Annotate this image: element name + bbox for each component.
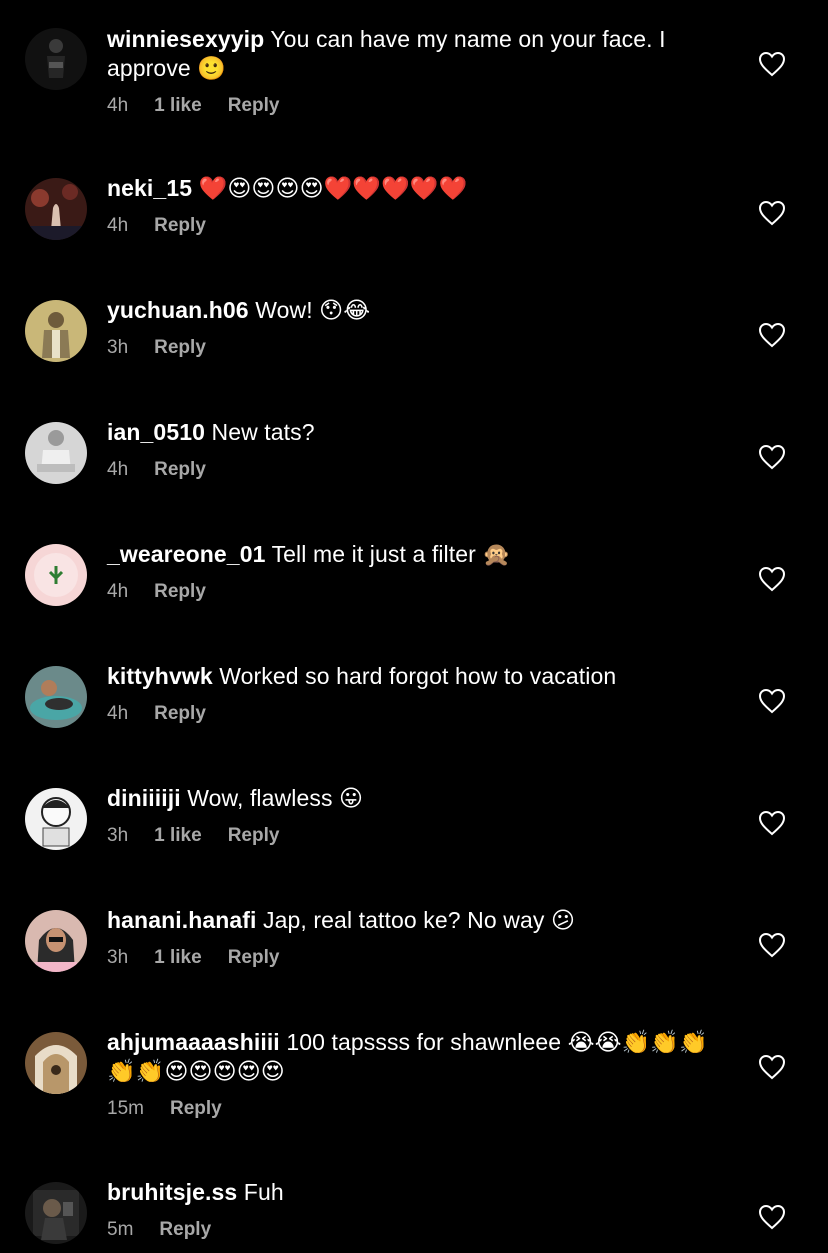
username[interactable]: ian_0510: [107, 419, 205, 445]
avatar[interactable]: [25, 422, 87, 484]
reply-button[interactable]: Reply: [228, 94, 280, 118]
comment-body: Jap, real tattoo ke? No way 😕: [263, 907, 576, 933]
like-heart-icon[interactable]: [758, 1054, 786, 1080]
like-heart-icon[interactable]: [758, 688, 786, 714]
reply-button[interactable]: Reply: [154, 580, 206, 604]
comment-meta: 4h Reply: [107, 580, 717, 604]
like-heart-icon[interactable]: [758, 51, 786, 77]
like-heart-icon[interactable]: [758, 444, 786, 470]
avatar[interactable]: [25, 666, 87, 728]
avatar[interactable]: [25, 788, 87, 850]
avatar[interactable]: [25, 28, 87, 90]
comment-text: ian_0510 New tats?: [107, 418, 717, 447]
timestamp: 5m: [107, 1219, 134, 1240]
comment-body: New tats?: [211, 419, 315, 445]
comment-meta: 3h Reply: [107, 336, 717, 360]
comment-meta: 5m Reply: [107, 1218, 717, 1242]
reply-button[interactable]: Reply: [228, 824, 280, 848]
reply-button[interactable]: Reply: [154, 336, 206, 360]
comment-meta: 15m Reply: [107, 1097, 717, 1121]
comment-text: yuchuan.h06 Wow! 😯😂: [107, 296, 717, 325]
comment-text: kittyhvwk Worked so hard forgot how to v…: [107, 662, 717, 691]
comment-meta: 3h 1 like Reply: [107, 946, 717, 970]
avatar[interactable]: [25, 178, 87, 240]
like-heart-icon[interactable]: [758, 932, 786, 958]
timestamp: 3h: [107, 825, 129, 846]
timestamp: 4h: [107, 581, 129, 602]
like-count[interactable]: 1 like: [154, 946, 202, 970]
comment-body: Tell me it just a filter 🙊: [271, 541, 512, 567]
username[interactable]: hanani.hanafi: [107, 907, 257, 933]
username[interactable]: neki_15: [107, 175, 192, 201]
comment-meta: 4h 1 like Reply: [107, 94, 717, 118]
reply-button[interactable]: Reply: [154, 458, 206, 482]
timestamp: 4h: [107, 703, 129, 724]
like-heart-icon[interactable]: [758, 566, 786, 592]
comment-text: ahjumaaaashiiii 100 tapssss for shawnlee…: [107, 1028, 717, 1086]
comment-meta: 4h Reply: [107, 458, 717, 482]
comment-body: Fuh: [243, 1179, 284, 1205]
like-heart-icon[interactable]: [758, 200, 786, 226]
username[interactable]: winniesexyyip: [107, 26, 264, 52]
username[interactable]: yuchuan.h06: [107, 297, 249, 323]
timestamp: 4h: [107, 459, 129, 480]
comment-text: neki_15 ❤️😍😍😍😍❤️❤️❤️❤️❤️: [107, 174, 717, 203]
like-heart-icon[interactable]: [758, 1204, 786, 1230]
username[interactable]: kittyhvwk: [107, 663, 213, 689]
comment-body: ❤️😍😍😍😍❤️❤️❤️❤️❤️: [198, 175, 468, 201]
reply-button[interactable]: Reply: [170, 1097, 222, 1121]
timestamp: 3h: [107, 337, 129, 358]
comment-text: bruhitsje.ss Fuh: [107, 1178, 717, 1207]
timestamp: 4h: [107, 95, 129, 116]
comment-meta: 3h 1 like Reply: [107, 824, 717, 848]
comment-body: Worked so hard forgot how to vacation: [219, 663, 617, 689]
avatar[interactable]: [25, 544, 87, 606]
reply-button[interactable]: Reply: [228, 946, 280, 970]
timestamp: 3h: [107, 947, 129, 968]
reply-button[interactable]: Reply: [154, 702, 206, 726]
like-count[interactable]: 1 like: [154, 94, 202, 118]
comment-text: winniesexyyip You can have my name on yo…: [107, 25, 717, 83]
avatar[interactable]: [25, 300, 87, 362]
like-count[interactable]: 1 like: [154, 824, 202, 848]
timestamp: 15m: [107, 1098, 144, 1119]
comment-meta: 4h Reply: [107, 702, 717, 726]
comment-body: Wow! 😯😂: [255, 297, 371, 323]
avatar[interactable]: [25, 910, 87, 972]
timestamp: 4h: [107, 215, 129, 236]
username[interactable]: bruhitsje.ss: [107, 1179, 237, 1205]
username[interactable]: diniiiiji: [107, 785, 181, 811]
comment-text: diniiiiji Wow, flawless 😛: [107, 784, 717, 813]
username[interactable]: _weareone_01: [107, 541, 265, 567]
comment-meta: 4h Reply: [107, 214, 717, 238]
like-heart-icon[interactable]: [758, 810, 786, 836]
avatar[interactable]: [25, 1032, 87, 1094]
comment-body: Wow, flawless 😛: [187, 785, 364, 811]
comment-text: _weareone_01 Tell me it just a filter 🙊: [107, 540, 717, 569]
avatar[interactable]: [25, 1182, 87, 1244]
username[interactable]: ahjumaaaashiiii: [107, 1029, 280, 1055]
reply-button[interactable]: Reply: [159, 1218, 211, 1242]
like-heart-icon[interactable]: [758, 322, 786, 348]
comment-text: hanani.hanafi Jap, real tattoo ke? No wa…: [107, 906, 717, 935]
reply-button[interactable]: Reply: [154, 214, 206, 238]
